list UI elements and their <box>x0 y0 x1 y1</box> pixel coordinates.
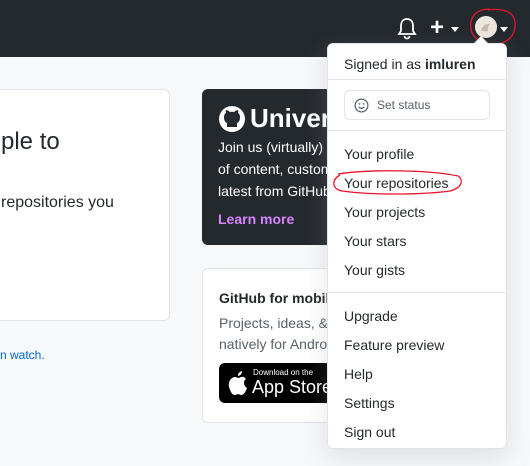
set-status-button[interactable]: Set status <box>344 90 490 120</box>
universe-text-line: of content, custom <box>218 161 333 177</box>
menu-item-settings[interactable]: Settings <box>344 395 395 411</box>
app-store-label: App Store <box>252 377 333 397</box>
menu-item-help[interactable]: Help <box>344 366 373 382</box>
menu-item-feature-preview[interactable]: Feature preview <box>344 337 444 353</box>
menu-item-your-gists[interactable]: Your gists <box>344 262 405 278</box>
signed-in-prefix: Signed in as <box>344 56 422 72</box>
mobile-text-line: Projects, ideas, & c <box>219 315 339 331</box>
menu-divider <box>328 130 506 131</box>
menu-item-sign-out[interactable]: Sign out <box>344 424 395 440</box>
mobile-card: GitHub for mobile Projects, ideas, & c n… <box>202 268 342 423</box>
bell-icon[interactable] <box>396 16 418 40</box>
card-heading: ple to <box>1 128 60 155</box>
signed-in-header: Signed in as imluren <box>344 56 476 72</box>
card-text: repositories you <box>1 194 114 211</box>
mobile-text-line: natively for Androi <box>219 336 331 352</box>
left-content-card: ple to repositories you <box>0 89 170 321</box>
menu-item-your-projects[interactable]: Your projects <box>344 204 425 220</box>
menu-divider <box>328 292 506 293</box>
smiley-icon <box>354 98 369 113</box>
menu-item-your-profile[interactable]: Your profile <box>344 146 414 162</box>
apple-icon <box>228 371 247 395</box>
app-store-button[interactable]: Download on the App Store <box>219 363 337 403</box>
menu-item-upgrade[interactable]: Upgrade <box>344 308 398 324</box>
watch-link[interactable]: n watch. <box>0 348 45 362</box>
create-new-button[interactable]: + <box>430 14 444 42</box>
mobile-card-title: GitHub for mobile <box>219 290 338 306</box>
universe-text-line: Join us (virtually) f <box>218 139 331 155</box>
plus-caret-icon <box>451 27 459 32</box>
universe-card: Universe Join us (virtually) f of conten… <box>202 89 342 245</box>
signed-in-username: imluren <box>424 56 476 72</box>
github-logo-icon <box>219 106 245 132</box>
menu-divider <box>328 79 506 80</box>
set-status-label: Set status <box>377 98 431 112</box>
universe-text-line: latest from GitHub <box>218 183 331 199</box>
hand-drawn-highlight-annotation <box>333 170 462 195</box>
user-dropdown-menu: Signed in as imluren Set status Your pro… <box>327 43 507 449</box>
menu-item-your-stars[interactable]: Your stars <box>344 233 407 249</box>
app-store-small-text: Download on the <box>253 368 314 377</box>
dropdown-pointer-fill <box>474 37 488 44</box>
learn-more-link[interactable]: Learn more <box>218 211 294 227</box>
